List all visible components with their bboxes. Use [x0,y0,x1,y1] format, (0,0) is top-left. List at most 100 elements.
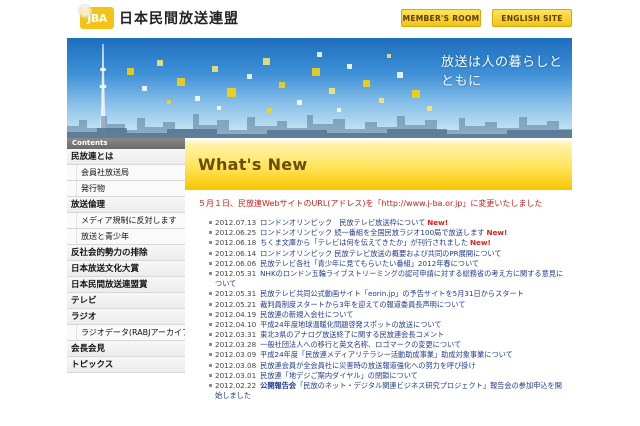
news-date: 2012.07.13 [215,218,257,227]
news-link[interactable]: 東北3県のアナログ放送終了に関する民放連会長コメント [260,330,444,339]
decorative-square [317,52,322,57]
sidebar-item[interactable]: 放送と青少年 [67,229,185,245]
whats-new-banner: What's New [185,138,572,190]
news-date: 2012.03.09 [215,350,257,360]
news-link[interactable]: ロンドンオリンピック 続一番組を全国民放ラジオ100局で放送します [260,228,484,237]
news-date: 2012.02.22 [215,381,257,391]
bullet-icon [209,384,212,388]
news-link[interactable]: ちくま文庫から「テレビは何を伝えてきたか」が刊行されました [260,238,468,247]
english-site-button[interactable]: ENGLISH SITE [492,9,572,27]
page-title: What's New [198,155,308,174]
jba-logo-mark: JBA [78,4,114,29]
news-item[interactable]: 2012.05.31 民放テレビ共同公式動画サイト「eorin.jp」の予告サイト… [209,289,565,299]
news-item[interactable]: 2012.02.22 公開報告会「民放のネット・デジタル関連ビジネス研究プロジェク… [209,381,565,401]
news-link[interactable]: 一般社団法人への移行と英文名称、ロゴマークの変更について [260,340,461,349]
sidebar-item-label: 反社会的勢力の排除 [71,248,148,258]
decorative-square [263,58,270,65]
sidebar-item[interactable]: 日本民間放送連盟賞 [67,277,185,293]
decorative-square [279,82,285,88]
sidebar-item[interactable]: 会長会見 [67,341,185,357]
news-item[interactable]: 2012.03.09 平成24年度「民放連メディアリテラシー活動助成事業」助成対象… [209,350,565,360]
news-list: 2012.07.13 ロンドンオリンピック 民放テレビ放送枠について New! 201… [209,218,565,401]
sidebar-item-label: 日本民間放送連盟賞 [71,280,148,290]
decorative-square [157,60,163,66]
sidebar-item[interactable]: テレビ [67,293,185,309]
news-item[interactable]: 2012.03.31 東北3県のアナログ放送終了に関する民放連会長コメント [209,330,565,340]
sidebar-item[interactable]: 日本放送文化大賞 [67,261,185,277]
bullet-icon [209,271,212,275]
news-date: 2012.03.01 [215,370,257,380]
news-item[interactable]: 2012.03.08 民放連会員が全会員社に災害時の放送報道強化への努力を呼び掛け [209,361,565,371]
sidebar-item[interactable]: 発行物 [67,181,185,197]
decorative-square [347,64,352,69]
news-date: 2012.04.19 [215,309,257,319]
news-item[interactable]: 2012.04.19 民放連の新規入会社について [209,309,565,320]
news-link[interactable]: 民放テレビ各社「青少年に見てもらいたい番組」2012年春について [260,259,479,268]
decorative-square [379,98,384,103]
sidebar-item[interactable]: 放送倫理 [67,197,185,213]
news-date: 2012.03.31 [215,330,257,340]
news-link[interactable]: 平成24年度「民放連メディアリテラシー活動助成事業」助成対象事業について [260,350,513,359]
logo-text: 日本民間放送連盟 [119,11,239,27]
sidebar-item-label: 民放連とは [71,152,114,162]
news-item[interactable]: 2012.04.10 平成24年度地球温暖化問題啓発スポットの放送について [209,319,565,330]
url-change-notice[interactable]: ５月１日、民放連WebサイトのURL(アドレス)を「http://www.j-b… [198,198,542,209]
sidebar-item-label: 会長会見 [71,344,106,354]
main-content: What's New ５月１日、民放連WebサイトのURL(アドレス)を「htt… [185,138,572,426]
news-date: 2012.05.21 [215,299,257,309]
bullet-icon [209,322,212,326]
hero-banner: 放送は人の暮らしとともに [67,38,572,138]
bullet-icon [209,251,212,255]
bullet-icon [209,343,212,347]
bullet-icon [209,302,212,306]
news-item[interactable]: 2012.07.13 ロンドンオリンピック 民放テレビ放送枠について New! [209,218,565,228]
sidebar-item[interactable]: ラジオデータ(RABJアーカイブ) [67,325,185,341]
decorative-square [167,100,171,104]
news-link[interactable]: 民放連「地デジご案内ダイヤル」の閉鎖について [260,371,418,380]
news-link[interactable]: ロンドンオリンピック 民放テレビ放送の概要および共同のPR展開について [260,249,501,258]
sidebar-item-label: 発行物 [76,181,185,196]
news-date: 2012.03.28 [215,340,257,350]
news-category: 公開報告会 [260,381,297,391]
bullet-icon [209,312,212,316]
news-date: 2012.05.31 [215,268,257,278]
news-item[interactable]: 2012.06.06 民放テレビ各社「青少年に見てもらいたい番組」2012年春につ… [209,259,565,269]
news-item[interactable]: 2012.06.25 ロンドンオリンピック 続一番組を全国民放ラジオ100局で放送… [209,228,565,238]
news-link[interactable]: 裁判員制度スタートから3年を迎えての報道委員長声明について [260,300,465,309]
members-room-button[interactable]: MEMBER'S ROOM [401,9,481,27]
news-date: 2012.06.25 [215,228,257,238]
news-item[interactable]: 2012.03.28 一般社団法人への移行と英文名称、ロゴマークの変更について [209,340,565,350]
news-link[interactable]: ロンドンオリンピック 民放テレビ放送枠について [260,218,425,227]
news-item[interactable]: 2012.05.31 NHKのロンドン五輪ライブストリーミングの認可申請に対する総… [209,268,565,289]
decorative-square [212,66,218,72]
sidebar-item-label: トピックス [71,360,114,370]
news-link[interactable]: 民放連会員が全会員社に災害時の放送報道強化への努力を呼び掛け [260,361,476,370]
news-link[interactable]: NHKのロンドン五輪ライブストリーミングの認可申請に対する総務省の考え方に関する… [215,269,563,288]
news-link[interactable]: 平成24年度地球温暖化問題啓発スポットの放送について [260,320,441,329]
news-item[interactable]: 2012.05.21 裁判員制度スタートから3年を迎えての報道委員長声明について [209,299,565,310]
sidebar-item[interactable]: メディア規制に反対します [67,213,185,229]
sidebar-item[interactable]: トピックス [67,357,185,373]
news-date: 2012.04.10 [215,319,257,329]
news-item[interactable]: 2012.03.01 民放連「地デジご案内ダイヤル」の閉鎖について [209,370,565,381]
decorative-square [297,100,302,105]
sidebar-item[interactable]: ラジオ [67,309,185,325]
site-logo[interactable]: JBA 日本民間放送連盟 [78,4,239,30]
sidebar-nav: Contents 民放連とは 会員社放送局 発行物 放送倫理 メディア規制に反対します放… [67,138,185,426]
decorative-square [195,96,200,101]
news-link[interactable]: 民放連の新規入会社について [260,310,353,319]
decorative-square [247,74,252,79]
new-badge: New! [486,228,508,238]
decorative-square [227,88,236,97]
sidebar-item-label: 放送倫理 [71,200,106,210]
sidebar-item[interactable]: 反社会的勢力の排除 [67,245,185,261]
news-item[interactable]: 2012.06.18 ちくま文庫から「テレビは何を伝えてきたか」が刊行されました N… [209,238,565,248]
news-item[interactable]: 2012.06.14 ロンドンオリンピック 民放テレビ放送の概要および共同のPR展… [209,249,565,259]
bullet-icon [209,241,212,245]
sidebar-item[interactable]: 民放連とは [67,149,185,165]
new-badge: New! [427,218,449,227]
sidebar-item[interactable]: 会員社放送局 [67,165,185,181]
decorative-square [142,86,147,91]
news-link[interactable]: 民放テレビ共同公式動画サイト「eorin.jp」の予告サイトを5月31日からスタ… [260,289,524,298]
sidebar-list: 民放連とは会員社放送局 発行物放送倫理メディア規制に反対します 放送と青少年反社会的… [67,149,185,373]
